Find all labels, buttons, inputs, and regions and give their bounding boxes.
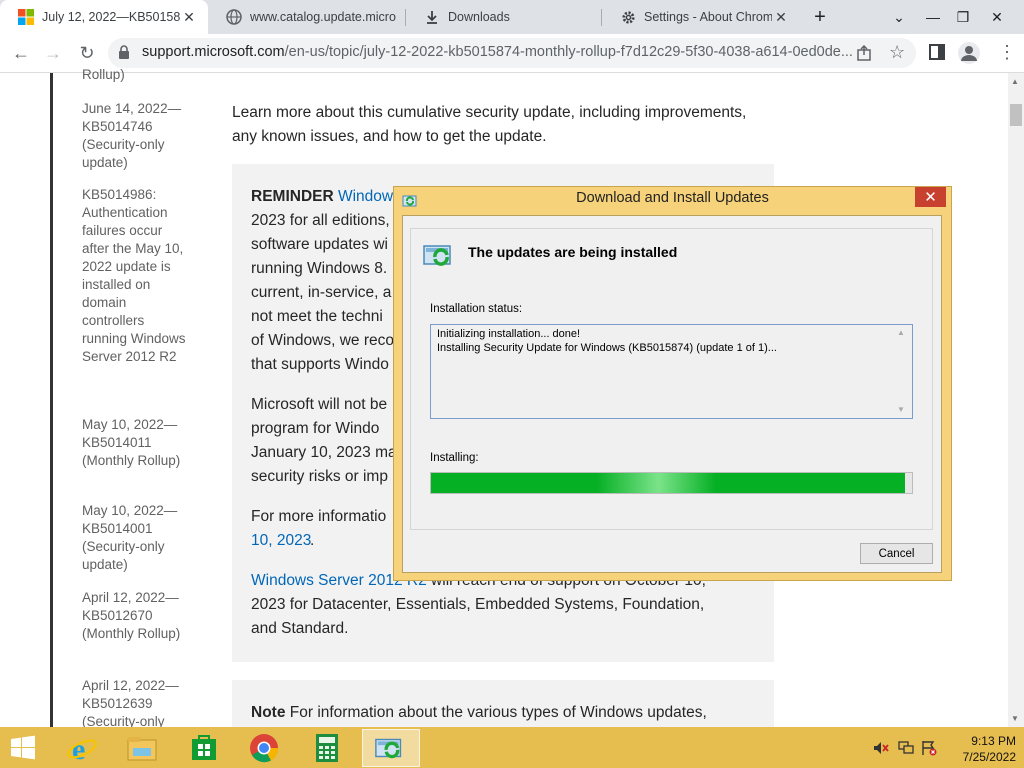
start-button[interactable] <box>0 729 46 767</box>
status-line: Installing Security Update for Windows (… <box>437 342 777 354</box>
reminder-label: REMINDER <box>251 188 334 205</box>
gear-icon <box>620 9 636 25</box>
article-intro: Learn more about this cumulative securit… <box>232 104 747 145</box>
internet-explorer-icon[interactable]: e <box>56 729 108 767</box>
dialog-title: Download and Install Updates <box>576 190 769 206</box>
paragraph-line: For more informatio <box>251 508 387 525</box>
reminder-first-line: REMINDER Window <box>251 185 401 209</box>
install-progress-fill <box>431 473 905 493</box>
back-button[interactable]: ← <box>4 34 38 72</box>
reminder-line: of Windows, we reco <box>251 332 394 349</box>
sidebar-link-kb5012670[interactable]: April 12, 2022—KB5012670 (Monthly Rollup… <box>82 589 192 643</box>
installing-label: Installing: <box>430 452 479 464</box>
action-center-flag-icon[interactable] <box>921 740 937 761</box>
update-installing-icon <box>422 242 458 273</box>
reminder-line: running Windows 8. <box>251 260 388 277</box>
close-window-button[interactable]: ✕ <box>982 0 1012 34</box>
sidebar-link-kb5014011[interactable]: May 10, 2022—KB5014011 (Monthly Rollup) <box>82 416 192 470</box>
installation-status-log[interactable]: Initializing installation... done! Insta… <box>430 324 913 419</box>
paragraph-line: Microsoft will not be <box>251 396 388 413</box>
microsoft-logo-icon <box>18 9 34 25</box>
new-tab-button[interactable]: + <box>805 0 835 34</box>
dialog-close-button[interactable]: ✕ <box>915 187 946 207</box>
scroll-down-arrow-icon[interactable]: ▼ <box>1011 714 1019 723</box>
heading-fragment <box>232 54 372 73</box>
note-body: For information about the various types … <box>285 704 707 721</box>
file-explorer-icon[interactable] <box>116 729 168 767</box>
page-scrollbar[interactable] <box>1008 73 1024 727</box>
reminder-line: current, in-service, a <box>251 284 392 301</box>
clock-date: 7/25/2022 <box>962 750 1016 764</box>
period-text: . <box>310 532 315 549</box>
tab-downloads[interactable]: Downloads <box>406 0 602 34</box>
share-icon[interactable] <box>856 44 872 66</box>
note-text: Note For information about the various t… <box>251 701 761 725</box>
log-scroll-up-icon[interactable]: ▲ <box>897 328 905 337</box>
sidebar-divider <box>50 73 53 727</box>
note-label: Note <box>251 704 286 721</box>
download-icon <box>424 9 440 25</box>
menu-kebab-icon[interactable]: ⋮ <box>998 42 1016 63</box>
paragraph-line: program for Windo <box>251 420 380 437</box>
sidebar-link-kb5014001[interactable]: May 10, 2022—KB5014001 (Security-only up… <box>82 502 192 574</box>
tab-title: www.catalog.update.micro <box>250 10 396 24</box>
profile-avatar[interactable] <box>958 42 980 69</box>
close-tab-icon[interactable]: ✕ <box>180 9 198 26</box>
sidebar-link-kb5012639[interactable]: April 12, 2022—KB5012639 (Security-only <box>82 677 192 727</box>
network-icon[interactable] <box>898 740 914 761</box>
tab-title: July 12, 2022—KB5015874 <box>42 10 180 24</box>
tab-title: Downloads <box>448 10 510 24</box>
dialog-heading: The updates are being installed <box>468 244 678 260</box>
tab-search-chevron-icon[interactable]: ⌄ <box>884 0 914 34</box>
cancel-button[interactable]: Cancel <box>860 543 933 564</box>
windows-update-taskbar-button[interactable] <box>362 729 420 767</box>
sidebar-link-kb5014986[interactable]: KB5014986: Authentication failures occur… <box>82 186 192 366</box>
taskbar-clock[interactable]: 9:13 PM 7/25/2022 <box>940 733 1016 765</box>
installation-status-label: Installation status: <box>430 303 523 315</box>
reminder-line: that supports Windo <box>251 356 389 373</box>
forward-button[interactable]: → <box>36 34 70 72</box>
svg-text:e: e <box>72 733 85 764</box>
chrome-icon[interactable] <box>238 729 290 767</box>
globe-icon <box>226 9 242 25</box>
status-line: Initializing installation... done! <box>437 328 581 340</box>
clock-time: 9:13 PM <box>971 734 1016 748</box>
calculator-icon[interactable] <box>301 729 353 767</box>
side-panel-icon[interactable] <box>929 44 945 65</box>
windows-store-icon[interactable] <box>178 729 230 767</box>
bookmark-star-icon[interactable]: ☆ <box>889 42 905 63</box>
log-scroll-down-icon[interactable]: ▼ <box>897 405 905 414</box>
reminder-line: not meet the techni <box>251 308 383 325</box>
tab-settings[interactable]: Settings - About Chrome ✕ <box>602 0 800 34</box>
eos-date-link[interactable]: 10, 2023 <box>251 529 311 553</box>
reminder-link[interactable]: Window <box>338 188 393 205</box>
tab-catalog[interactable]: www.catalog.update.micro <box>208 0 406 34</box>
minimize-window-button[interactable]: — <box>918 0 948 34</box>
lock-icon[interactable] <box>118 45 130 65</box>
reminder-line: software updates wi <box>251 236 388 253</box>
sidebar-link-kb5014746[interactable]: June 14, 2022—KB5014746 (Security-only u… <box>82 100 192 172</box>
volume-muted-icon[interactable] <box>873 741 889 760</box>
scrollbar-thumb[interactable] <box>1010 104 1022 126</box>
tab-title: Settings - About Chrome <box>644 10 772 24</box>
scroll-up-arrow-icon[interactable]: ▲ <box>1011 77 1019 86</box>
restore-window-button[interactable]: ❐ <box>948 0 978 34</box>
sidebar-link-fragment[interactable]: Rollup) <box>82 66 192 84</box>
reminder-line: 2023 for all editions, <box>251 212 390 229</box>
paragraph-line: security risks or imp <box>251 468 388 485</box>
close-tab-icon[interactable]: ✕ <box>772 9 790 26</box>
tab-kb5015874[interactable]: July 12, 2022—KB5015874 ✕ <box>0 0 208 34</box>
paragraph-line: January 10, 2023 ma <box>251 444 397 461</box>
